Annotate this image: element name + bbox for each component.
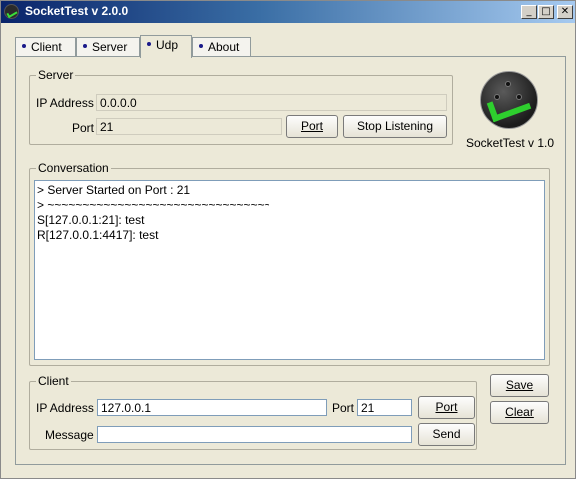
log-line: S[127.0.0.1:21]: test	[37, 213, 145, 227]
tab-label: About	[208, 40, 240, 54]
client-port-button-label: Port	[435, 400, 458, 414]
socket-pin	[505, 81, 511, 87]
send-button-label: Send	[432, 427, 461, 441]
client-ip-label: IP Address	[36, 401, 94, 415]
clear-button-label: Clear	[505, 405, 534, 419]
client-legend: Client	[36, 374, 71, 388]
client-ip-input[interactable]: 127.0.0.1	[97, 399, 327, 416]
tab-label: Udp	[156, 38, 179, 52]
save-button-label: Save	[505, 378, 534, 392]
client-port-label: Port	[332, 401, 355, 415]
server-port-label: Port	[72, 121, 95, 135]
tab-server[interactable]: Server	[76, 37, 140, 57]
server-ip-label: IP Address	[36, 96, 94, 110]
app-window: SocketTest v 2.0.0 _ □ ✕ Client Server U…	[0, 0, 576, 479]
title-bar[interactable]: SocketTest v 2.0.0 _ □ ✕	[1, 1, 575, 23]
conversation-legend: Conversation	[36, 161, 111, 175]
logo-caption: SocketTest v 1.0	[466, 136, 555, 150]
tab-label: Client	[31, 40, 62, 54]
stop-listening-label: Stop Listening	[356, 119, 434, 133]
window-title: SocketTest v 2.0.0	[25, 4, 129, 18]
log-line: R[127.0.0.1:4417]: test	[37, 228, 159, 242]
message-label: Message	[45, 428, 94, 442]
close-button[interactable]: ✕	[557, 5, 573, 19]
tab-bullet-icon	[83, 43, 87, 48]
message-input[interactable]	[97, 426, 412, 443]
tab-udp[interactable]: Udp	[140, 35, 192, 58]
send-button[interactable]: Send	[418, 423, 475, 446]
tab-client[interactable]: Client	[15, 37, 76, 57]
maximize-button[interactable]: □	[538, 5, 554, 19]
tab-about[interactable]: About	[192, 37, 251, 57]
server-port-field: 21	[96, 118, 282, 135]
conversation-log[interactable]: > Server Started on Port : 21 > ~~~~~~~~…	[34, 180, 545, 360]
client-port-input[interactable]: 21	[357, 399, 412, 416]
minimize-button[interactable]: _	[521, 5, 537, 19]
client-port-button[interactable]: Port	[418, 396, 475, 419]
socket-check-icon	[480, 71, 538, 129]
app-icon	[4, 4, 19, 19]
log-line: > ~~~~~~~~~~~~~~~~~~~~~~~~~~~~~~~~	[37, 198, 269, 212]
save-button[interactable]: Save	[490, 374, 549, 397]
server-ip-field: 0.0.0.0	[96, 94, 447, 111]
tab-bullet-icon	[22, 43, 26, 48]
server-port-button[interactable]: Port	[286, 115, 338, 138]
tab-label: Server	[92, 40, 128, 54]
stop-listening-button[interactable]: Stop Listening	[343, 115, 447, 138]
tab-bullet-icon	[199, 43, 203, 48]
tab-bullet-icon	[147, 41, 151, 46]
log-line: > Server Started on Port : 21	[37, 183, 191, 197]
clear-button[interactable]: Clear	[490, 401, 549, 424]
server-port-button-label: Port	[300, 119, 323, 133]
server-legend: Server	[36, 68, 76, 82]
